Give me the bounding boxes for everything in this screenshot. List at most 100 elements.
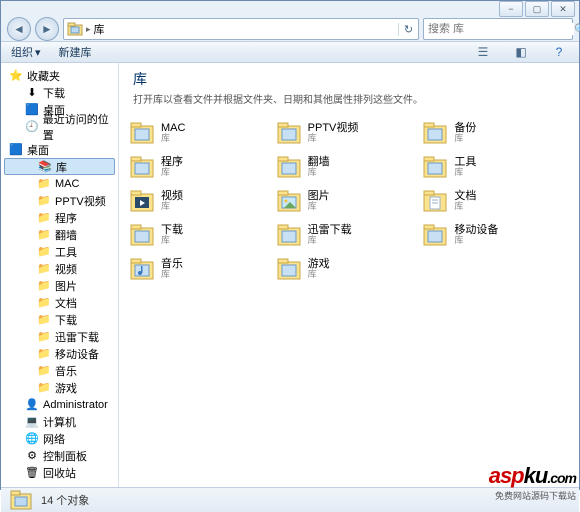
- library-icon: [422, 120, 448, 146]
- sidebar-item-computer[interactable]: 💻计算机: [1, 413, 118, 430]
- item-sub: 库: [308, 134, 359, 144]
- search-icon: 🔍: [574, 23, 580, 36]
- minimize-button[interactable]: −: [499, 1, 523, 17]
- new-library-button[interactable]: 新建库: [59, 44, 92, 60]
- sidebar-item-lib-7[interactable]: 📁文档: [1, 294, 118, 311]
- close-button[interactable]: ✕: [551, 1, 575, 17]
- sidebar-item-recycle[interactable]: 🗑回收站: [1, 464, 118, 481]
- library-sub-icon: 📁: [37, 381, 51, 395]
- library-icon: [276, 120, 302, 146]
- nav-bar: ◄ ► ▸ 库 ↻ 🔍: [1, 17, 579, 41]
- library-item-9[interactable]: 下载库: [129, 218, 276, 252]
- recycle-icon: 🗑: [25, 466, 39, 480]
- library-item-10[interactable]: 迅雷下载库: [276, 218, 423, 252]
- library-icon: [129, 154, 155, 180]
- address-bar[interactable]: ▸ 库 ↻: [63, 18, 419, 40]
- library-item-3[interactable]: 程序库: [129, 150, 276, 184]
- help-icon[interactable]: ?: [549, 42, 569, 62]
- items-grid: MAC库PPTV视频库备份库程序库翻墙库工具库视频库图片库文档库下载库迅雷下载库…: [119, 112, 579, 487]
- library-item-11[interactable]: 移动设备库: [422, 218, 569, 252]
- back-button[interactable]: ◄: [7, 17, 31, 41]
- library-icon: [9, 488, 33, 512]
- sidebar-item-lib-2[interactable]: 📁程序: [1, 209, 118, 226]
- sidebar-item-downloads[interactable]: ⬇下载: [1, 84, 118, 101]
- sidebar-item-admin[interactable]: 👤Administrator: [1, 396, 118, 413]
- item-sub: 库: [454, 134, 476, 144]
- library-icon: [276, 188, 302, 214]
- organize-menu[interactable]: 组织 ▾: [11, 44, 41, 60]
- star-icon: ⭐: [9, 69, 23, 83]
- library-item-7[interactable]: 图片库: [276, 184, 423, 218]
- library-icon: [422, 222, 448, 248]
- view-mode-icon[interactable]: ☰: [473, 42, 493, 62]
- recent-icon: 🕘: [25, 120, 39, 134]
- sidebar-item-lib-6[interactable]: 📁图片: [1, 277, 118, 294]
- library-sub-icon: 📁: [37, 211, 51, 225]
- sidebar-item-lib-8[interactable]: 📁下载: [1, 311, 118, 328]
- sidebar-item-lib-12[interactable]: 📁游戏: [1, 379, 118, 396]
- library-sub-icon: 📁: [37, 262, 51, 276]
- preview-pane-icon[interactable]: ◧: [511, 42, 531, 62]
- sidebar-item-lib-10[interactable]: 📁移动设备: [1, 345, 118, 362]
- main-pane: 库 打开库以查看文件并根据文件夹、日期和其他属性排列这些文件。 MAC库PPTV…: [119, 63, 579, 487]
- library-sub-icon: 📁: [37, 364, 51, 378]
- forward-button[interactable]: ►: [35, 17, 59, 41]
- library-icon: 📚: [38, 160, 52, 174]
- library-icon: [422, 154, 448, 180]
- sidebar-item-lib-0[interactable]: 📁MAC: [1, 175, 118, 192]
- item-sub: 库: [161, 270, 183, 280]
- sidebar-desktop[interactable]: 🟦桌面: [1, 141, 118, 158]
- toolbar: 组织 ▾ 新建库 ☰ ◧ ?: [1, 41, 579, 63]
- sidebar-item-control[interactable]: ⚙控制面板: [1, 447, 118, 464]
- page-description: 打开库以查看文件并根据文件夹、日期和其他属性排列这些文件。: [133, 91, 565, 106]
- sidebar-item-lib-3[interactable]: 📁翻墙: [1, 226, 118, 243]
- library-sub-icon: 📁: [37, 347, 51, 361]
- item-sub: 库: [161, 236, 183, 246]
- library-item-1[interactable]: PPTV视频库: [276, 116, 423, 150]
- library-sub-icon: 📁: [37, 228, 51, 242]
- library-icon: [129, 120, 155, 146]
- sidebar-item-lib-11[interactable]: 📁音乐: [1, 362, 118, 379]
- computer-icon: 💻: [25, 415, 39, 429]
- desktop-icon: 🟦: [9, 143, 23, 157]
- item-sub: 库: [161, 202, 183, 212]
- sidebar-item-lib-1[interactable]: 📁PPTV视频: [1, 192, 118, 209]
- maximize-button[interactable]: ▢: [525, 1, 549, 17]
- body: ⭐收藏夹 ⬇下载 🟦桌面 🕘最近访问的位置 🟦桌面 📚库 📁MAC📁PPTV视频…: [1, 63, 579, 487]
- sidebar-item-lib-4[interactable]: 📁工具: [1, 243, 118, 260]
- search-box[interactable]: 🔍: [423, 18, 573, 40]
- item-sub: 库: [308, 270, 330, 280]
- library-icon: [129, 222, 155, 248]
- library-icon: [129, 188, 155, 214]
- item-sub: 库: [454, 168, 476, 178]
- library-sub-icon: 📁: [37, 245, 51, 259]
- desktop-icon: 🟦: [25, 103, 39, 117]
- library-item-13[interactable]: 游戏库: [276, 252, 423, 286]
- page-title: 库: [133, 69, 565, 89]
- library-icon: [422, 188, 448, 214]
- sidebar-item-network[interactable]: 🌐网络: [1, 430, 118, 447]
- item-sub: 库: [308, 168, 330, 178]
- sidebar: ⭐收藏夹 ⬇下载 🟦桌面 🕘最近访问的位置 🟦桌面 📚库 📁MAC📁PPTV视频…: [1, 63, 119, 487]
- control-icon: ⚙: [25, 449, 39, 463]
- user-icon: 👤: [25, 398, 39, 412]
- library-item-0[interactable]: MAC库: [129, 116, 276, 150]
- explorer-window: − ▢ ✕ ◄ ► ▸ 库 ↻ 🔍 组织 ▾ 新建库 ☰ ◧ ? ⭐收藏夹: [0, 0, 580, 490]
- library-icon: [129, 256, 155, 282]
- library-icon: [276, 222, 302, 248]
- sidebar-item-recent[interactable]: 🕘最近访问的位置: [1, 118, 118, 135]
- sidebar-favorites[interactable]: ⭐收藏夹: [1, 67, 118, 84]
- library-item-4[interactable]: 翻墙库: [276, 150, 423, 184]
- library-item-6[interactable]: 视频库: [129, 184, 276, 218]
- sidebar-item-lib-5[interactable]: 📁视频: [1, 260, 118, 277]
- library-item-8[interactable]: 文档库: [422, 184, 569, 218]
- sidebar-item-lib-9[interactable]: 📁迅雷下载: [1, 328, 118, 345]
- sidebar-item-library[interactable]: 📚库: [4, 158, 115, 175]
- refresh-button[interactable]: ↻: [398, 23, 418, 36]
- library-item-5[interactable]: 工具库: [422, 150, 569, 184]
- item-sub: 库: [308, 202, 330, 212]
- library-item-12[interactable]: 音乐库: [129, 252, 276, 286]
- network-icon: 🌐: [25, 432, 39, 446]
- search-input[interactable]: [424, 23, 574, 35]
- library-item-2[interactable]: 备份库: [422, 116, 569, 150]
